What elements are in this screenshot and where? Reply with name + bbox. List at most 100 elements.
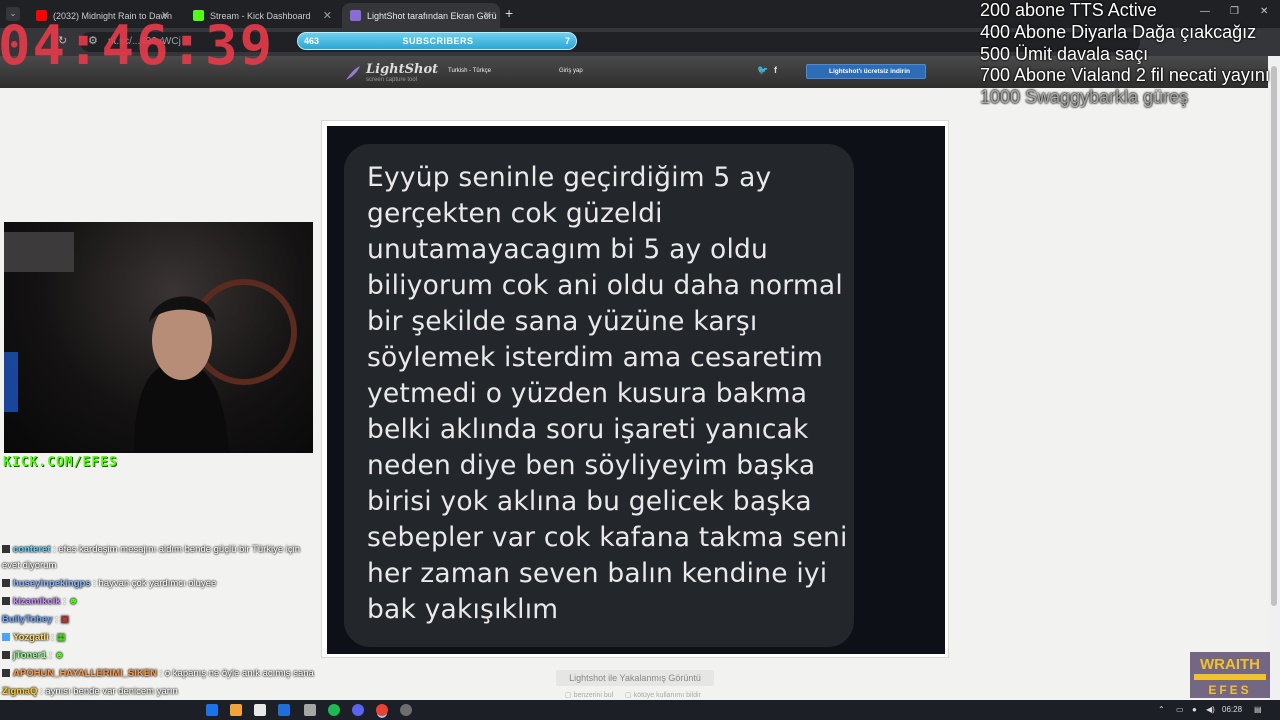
- login-link[interactable]: Giriş yap: [559, 68, 583, 74]
- badge-icon: [2, 633, 10, 642]
- goal-item: 500 Ümit davala saçı: [980, 44, 1149, 64]
- badge-icon: [2, 545, 10, 554]
- message-line: sebepler var cok kafana takma seni: [367, 522, 848, 553]
- emote-icon: ▦: [56, 632, 66, 643]
- lightshot-icon: [350, 10, 361, 21]
- goal-item: 1000 Swaggybarkla güreş: [980, 87, 1189, 107]
- chat-text: :: [49, 650, 52, 661]
- notification-icon[interactable]: ▤: [1254, 705, 1262, 714]
- feather-icon: [346, 66, 360, 80]
- chrome-icon[interactable]: [376, 704, 388, 716]
- new-tab-button[interactable]: +: [505, 5, 513, 21]
- twitter-icon[interactable]: 🐦: [757, 65, 768, 76]
- message-line: unutamayacagım bi 5 ay oldu: [367, 234, 769, 265]
- chat-text: :: [63, 596, 66, 607]
- image-caption: Lightshot ile Yakalanmış Görüntü: [556, 670, 714, 686]
- chat-message: APOHUN_HAYALLERIMI_SIKEN : o kapanış ne …: [2, 668, 314, 679]
- chat-user: jToner1: [13, 650, 47, 661]
- mic-icon[interactable]: ●: [1192, 705, 1197, 714]
- emote-icon: ☻: [68, 596, 79, 607]
- chat-text: :: [55, 614, 58, 625]
- badge-icon: [2, 579, 10, 588]
- similar-link[interactable]: ▢ benzerini bul: [565, 691, 613, 699]
- emote-icon: ☻: [54, 650, 65, 661]
- goal-item: 700 Abone Vialand 2 fil necati yayını: [980, 65, 1270, 85]
- outlook-icon[interactable]: [278, 704, 290, 716]
- goal-item: 400 Abone Diyarla Dağa çıakcağız: [980, 22, 1257, 42]
- screenshot-frame: Eyyüp seninle geçirdiğim 5 ay gerçekten …: [321, 120, 949, 658]
- scroll-thumb[interactable]: [1271, 66, 1277, 606]
- screenshot-image[interactable]: Eyyüp seninle geçirdiğim 5 ay gerçekten …: [327, 126, 945, 654]
- emote-icon: ▣: [60, 614, 70, 625]
- wraith-title: WRAITH: [1200, 656, 1260, 673]
- badge-icon: [2, 669, 10, 678]
- facebook-icon[interactable]: f: [774, 65, 777, 75]
- similar-link-label: benzerini bul: [573, 692, 614, 699]
- chat-user: APOHUN_HAYALLERIMI_SIKEN: [13, 668, 157, 679]
- chat-user: Yozgatli: [13, 632, 49, 643]
- chat-text: evet diyorum: [2, 560, 57, 571]
- goal-item: 200 abone TTS Active: [980, 0, 1157, 20]
- wraith-name: EFES: [1208, 683, 1251, 697]
- chat-message: kizamikcik : ☻: [2, 596, 78, 607]
- chat-message: Yozgatli : ▦: [2, 632, 66, 643]
- report-abuse-link[interactable]: ▢ kötüye kullanımı bildir: [625, 691, 701, 699]
- copilot-icon[interactable]: [230, 704, 242, 716]
- chat-message: jToner1 : ☻: [2, 650, 65, 661]
- close-icon[interactable]: ✕: [323, 9, 332, 22]
- chat-text: : o kapanış ne öyle anık acımış sana: [159, 668, 314, 679]
- chat-text: : aynısı bende var denicem yarın: [40, 686, 178, 697]
- message-line: Eyyüp seninle geçirdiğim 5 ay: [367, 162, 772, 193]
- language-select[interactable]: Turkish - Türkçe: [448, 68, 491, 74]
- store-icon[interactable]: [254, 704, 266, 716]
- lightshot-tagline: screen capture tool: [366, 77, 418, 83]
- message-line: bak yakışıklım: [367, 594, 559, 625]
- spotify-icon[interactable]: [328, 704, 340, 716]
- obs-icon[interactable]: [400, 704, 412, 716]
- page-scrollbar[interactable]: [1268, 56, 1280, 700]
- lightshot-logo[interactable]: LightShot: [366, 62, 438, 77]
- chat-user: kizamikcik: [13, 596, 61, 607]
- kick-url: KICK.COM/EFES: [3, 455, 118, 470]
- clock[interactable]: 06:28: [1222, 705, 1242, 714]
- settings-icon[interactable]: [304, 704, 316, 716]
- chat-message: evet diyorum: [2, 560, 56, 571]
- maximize-button[interactable]: ❐: [1230, 6, 1239, 17]
- subscriber-goal-bar: 463 SUBSCRIBERS 7: [297, 32, 577, 50]
- download-button[interactable]: Lightshot'ı ücretsiz indirin: [806, 64, 926, 79]
- message-line: her zaman seven balın kendine iyi: [367, 558, 828, 589]
- chat-text: : efes kardeşim mesajını aldım bende güç…: [53, 544, 301, 555]
- wraith-logo: WRAITH EFES: [1190, 652, 1270, 698]
- minimize-button[interactable]: —: [1200, 6, 1210, 17]
- message-bubble: Eyyüp seninle geçirdiğim 5 ay gerçekten …: [344, 144, 854, 647]
- close-window-button[interactable]: ✕: [1260, 6, 1268, 17]
- message-line: bir şekilde sana yüzüne karşı: [367, 306, 758, 337]
- tray-chevron-icon[interactable]: ⌃: [1158, 705, 1165, 714]
- close-icon[interactable]: ✕: [483, 9, 492, 22]
- chat-message: huseyinpekingps : hayvan çok yardımcı ol…: [2, 578, 216, 589]
- chat-message: BullyTobey : ▣: [2, 614, 69, 625]
- chat-user: BullyTobey: [2, 614, 53, 625]
- volume-icon[interactable]: ◀): [1206, 705, 1215, 714]
- chat-user: ZigmaQ: [2, 686, 38, 697]
- chat-message: ZigmaQ : aynısı bende var denicem yarın: [2, 686, 178, 697]
- message-line: yetmedi o yüzden kusura bakma: [367, 378, 808, 409]
- message-line: neden diye ben söyliyeyim başka: [367, 450, 816, 481]
- webcam-feed: [4, 222, 313, 453]
- chat-text: : hayvan çok yardımcı oluyee: [93, 578, 217, 589]
- stream-timer: 04:46:39: [0, 14, 275, 77]
- badge-icon: [2, 597, 10, 606]
- chat-text: :: [51, 632, 54, 643]
- network-icon[interactable]: ▭: [1176, 705, 1184, 714]
- edge-icon[interactable]: [206, 704, 218, 716]
- tab-label: LightShot tarafından Ekran Görü: [367, 10, 497, 21]
- message-line: biliyorum cok ani oldu daha normal: [367, 270, 843, 301]
- chat-user: huseyinpekingps: [13, 578, 91, 589]
- subscriber-label: SUBSCRIBERS: [402, 36, 474, 46]
- discord-icon[interactable]: [352, 704, 364, 716]
- message-line: söylemek isterdim ama cesaretim: [367, 342, 823, 373]
- tab-lightshot[interactable]: LightShot tarafından Ekran Görü ✕: [342, 3, 500, 28]
- message-line: gerçekten cok güzeldi: [367, 198, 663, 229]
- report-abuse-label: kötüye kullanımı bildir: [633, 692, 701, 699]
- screen: ⌄ (2032) Midnight Rain to Dawn ✕ Stream …: [0, 0, 1280, 720]
